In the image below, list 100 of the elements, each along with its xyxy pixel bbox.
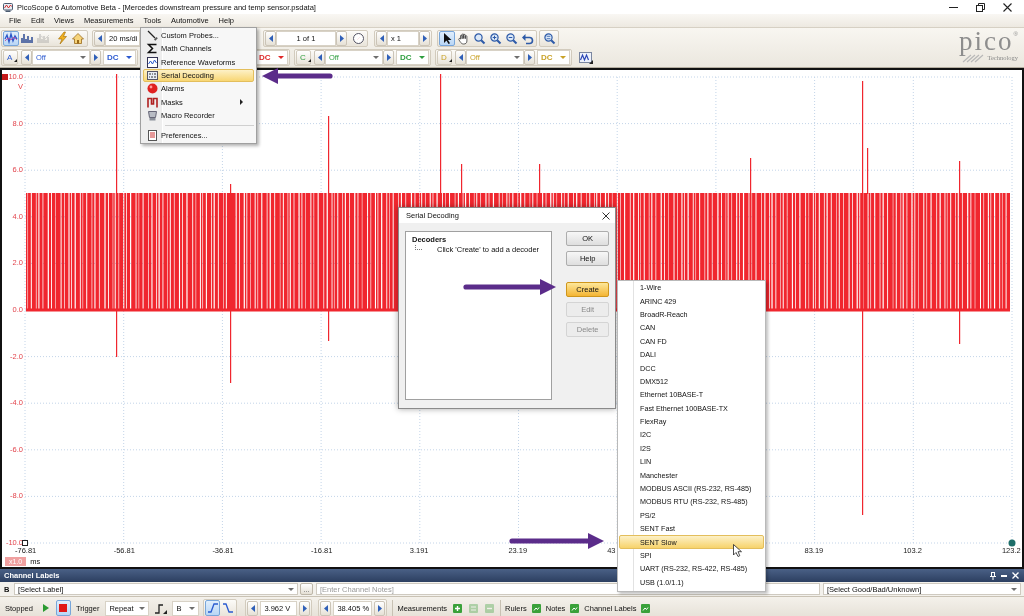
navigate-button[interactable] <box>350 30 366 46</box>
bar-chart-icon <box>37 33 49 43</box>
close-icon[interactable] <box>602 211 610 220</box>
data-grid-icon <box>147 70 158 82</box>
left-triangle-icon <box>458 54 463 61</box>
corner-triangle-icon <box>307 59 311 62</box>
corner-triangle-icon <box>448 59 452 62</box>
decrease-button[interactable] <box>265 30 276 46</box>
left-triangle-icon <box>379 34 384 42</box>
indicator-light-icon <box>147 83 158 95</box>
edge-button[interactable] <box>205 600 221 616</box>
caret-icon <box>560 56 566 59</box>
increase-button[interactable] <box>383 50 394 65</box>
coupling-dropdown[interactable]: DC <box>103 50 136 65</box>
caret-icon <box>419 56 425 59</box>
mouse-cursor-icon <box>733 544 742 557</box>
right-triangle-icon <box>339 34 344 42</box>
decrease-button[interactable] <box>247 600 259 616</box>
add-icon[interactable] <box>453 603 463 613</box>
caret-icon <box>80 56 86 59</box>
close-icon[interactable] <box>1003 2 1012 12</box>
trigger-pulse-icon <box>154 602 167 614</box>
minimize-icon[interactable] <box>949 6 958 8</box>
left-triangle-icon <box>323 604 328 612</box>
decrease-button[interactable] <box>376 30 387 46</box>
zoom-in-button[interactable] <box>487 30 503 46</box>
ruler-handle-icon[interactable] <box>1008 539 1016 547</box>
increase-button[interactable] <box>419 30 430 46</box>
coupling-dropdown[interactable]: DC <box>255 50 288 65</box>
pointer-icon <box>442 32 452 44</box>
restore-icon[interactable] <box>976 2 985 12</box>
corner-triangle-icon <box>14 59 18 62</box>
decrease-button[interactable] <box>320 600 332 616</box>
home-icon <box>72 32 84 44</box>
left-triangle-icon <box>268 34 273 42</box>
increase-button[interactable] <box>524 50 535 65</box>
caret-icon <box>1011 587 1017 591</box>
caret-icon <box>139 606 146 610</box>
pulse-shape-icon <box>147 96 158 108</box>
math-channel-button[interactable] <box>578 50 594 65</box>
toggle-icon[interactable] <box>570 603 580 613</box>
caret-icon <box>189 606 196 610</box>
pin-icon[interactable] <box>990 571 996 580</box>
diagonal-lines-icon <box>963 54 986 62</box>
framed-waveform-icon <box>147 56 158 68</box>
stop-button[interactable] <box>55 600 71 616</box>
toggle-icon[interactable] <box>531 603 541 613</box>
increase-button[interactable] <box>336 30 347 46</box>
axis-handle-icon[interactable] <box>22 540 28 546</box>
left-triangle-icon <box>250 604 255 612</box>
play-icon <box>43 604 50 612</box>
coupling-dropdown[interactable]: DC <box>396 50 429 65</box>
zoom-in-icon <box>489 32 501 44</box>
zoom-tool-button[interactable] <box>471 30 487 46</box>
decrease-button[interactable] <box>455 50 466 65</box>
right-triangle-icon <box>527 54 532 61</box>
channel-button[interactable]: A <box>3 50 18 65</box>
probe-icon <box>147 30 158 42</box>
increase-button[interactable] <box>374 600 386 616</box>
right-triangle-icon <box>302 604 307 612</box>
home-button[interactable] <box>70 30 86 46</box>
edge-button[interactable] <box>220 600 236 616</box>
decrease-button[interactable] <box>21 50 32 65</box>
zoom-out-button[interactable] <box>503 30 519 46</box>
left-triangle-icon <box>317 54 322 61</box>
minimize-icon[interactable] <box>1001 574 1007 577</box>
caret-icon <box>373 56 379 59</box>
callout-arrow <box>262 68 333 84</box>
math-waveform-icon <box>579 51 593 64</box>
decrease-button[interactable] <box>94 30 105 46</box>
compass-icon <box>352 32 364 44</box>
right-triangle-icon <box>386 54 391 61</box>
caret-icon <box>126 56 132 59</box>
zoom-out-icon <box>505 32 517 44</box>
zoom-fit-icon <box>543 32 555 44</box>
right-triangle-icon <box>422 34 427 42</box>
toggle-icon[interactable] <box>641 603 651 613</box>
left-triangle-icon <box>97 34 102 42</box>
lightning-icon <box>57 32 67 44</box>
tray-icon <box>147 109 158 121</box>
falling-edge-icon <box>222 603 233 613</box>
increase-button[interactable] <box>90 50 101 65</box>
channel-marker-icon <box>2 74 8 80</box>
increase-button[interactable] <box>299 600 311 616</box>
magnifier-icon <box>473 32 485 44</box>
app-icon <box>3 2 13 12</box>
document-icon <box>147 130 158 142</box>
caret-icon <box>278 56 284 59</box>
pointer-tool-button[interactable] <box>439 30 455 46</box>
left-triangle-icon <box>24 54 29 61</box>
mode-button[interactable] <box>3 30 19 46</box>
decrease-button[interactable] <box>314 50 325 65</box>
caret-icon <box>288 587 294 591</box>
logo-wordmark: pico <box>959 29 1014 54</box>
caret-icon <box>514 56 520 59</box>
rising-edge-icon <box>207 603 218 613</box>
right-triangle-icon <box>93 54 98 61</box>
undo-icon <box>521 32 533 44</box>
sigma-icon <box>147 43 158 55</box>
hand-tool-button[interactable] <box>455 30 471 46</box>
